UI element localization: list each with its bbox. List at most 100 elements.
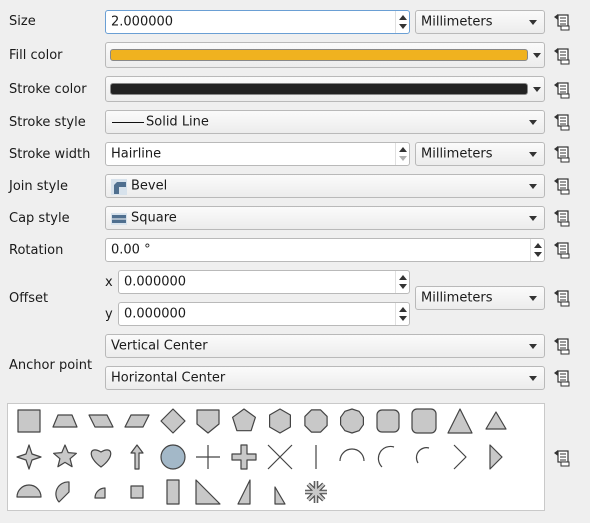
- heart-shape[interactable]: [90, 449, 112, 468]
- small-square-shape[interactable]: [130, 485, 144, 499]
- marker-shape-list[interactable]: [7, 403, 545, 511]
- data-defined-override-icon[interactable]: [549, 79, 573, 101]
- arrow-shape[interactable]: [130, 444, 144, 470]
- join-style-value: Bevel: [131, 178, 168, 194]
- circle-shape[interactable]: [160, 444, 186, 470]
- fill-color-button[interactable]: [105, 42, 545, 68]
- anchor-point-label: Anchor point: [9, 358, 93, 373]
- rotation-spinbox[interactable]: 0.00 °: [105, 238, 545, 262]
- offset-y-value: 0.000000: [124, 306, 187, 322]
- size-unit-select[interactable]: Millimeters: [415, 10, 545, 34]
- shape-grid: [16, 408, 507, 505]
- hexagon-shape[interactable]: [269, 408, 291, 434]
- shield-shape[interactable]: [196, 409, 220, 434]
- chevron-down-icon: [529, 20, 537, 25]
- chevron-down-icon: [529, 184, 537, 189]
- parallelogram-shape[interactable]: [88, 414, 114, 428]
- offset-unit-select[interactable]: Millimeters: [415, 286, 545, 310]
- filled-arrowhead-shape[interactable]: [489, 444, 503, 470]
- rounded-square-shape[interactable]: [376, 409, 400, 433]
- data-defined-override-icon[interactable]: [549, 447, 573, 469]
- size-label: Size: [9, 14, 36, 29]
- join-style-select[interactable]: Bevel: [105, 174, 545, 198]
- rectangle-shape[interactable]: [166, 479, 180, 505]
- chevron-down-icon: [533, 87, 541, 92]
- arc-quarter-shape[interactable]: [377, 445, 395, 468]
- solid-line-icon: [112, 122, 144, 123]
- trapezoid-shape[interactable]: [52, 414, 78, 428]
- stroke-width-value: Hairline: [111, 146, 162, 162]
- stroke-color-button[interactable]: [105, 76, 545, 102]
- arc-half-shape[interactable]: [339, 448, 365, 462]
- asterisk-shape[interactable]: [305, 481, 327, 503]
- offset-y-spinbox[interactable]: 0.000000: [118, 302, 410, 326]
- data-defined-override-icon[interactable]: [549, 239, 573, 261]
- anchor-vertical-value: Vertical Center: [111, 338, 208, 354]
- bevel-join-icon: [111, 179, 127, 195]
- stroke-style-select[interactable]: Solid Line: [105, 110, 545, 134]
- stroke-width-spin-buttons[interactable]: [395, 143, 409, 165]
- chevron-down-icon: [533, 53, 541, 58]
- anchor-horizontal-value: Horizontal Center: [111, 370, 226, 386]
- triangle-shape[interactable]: [447, 408, 473, 434]
- size-unit-value: Millimeters: [421, 14, 493, 30]
- data-defined-override-icon[interactable]: [549, 367, 573, 389]
- offset-y-label: y: [105, 307, 113, 322]
- stroke-color-swatch: [110, 83, 528, 95]
- anchor-horizontal-select[interactable]: Horizontal Center: [105, 366, 545, 390]
- stroke-width-unit-value: Millimeters: [421, 146, 493, 162]
- chevron-down-icon: [529, 344, 537, 349]
- quarter-circle-shape[interactable]: [94, 487, 106, 499]
- size-spinbox[interactable]: 2.000000: [105, 10, 410, 34]
- quarter-triangle-shape[interactable]: [274, 486, 286, 505]
- left-half-triangle-shape[interactable]: [237, 479, 251, 505]
- star-shape[interactable]: [52, 444, 78, 468]
- fill-color-label: Fill color: [9, 48, 63, 63]
- cross-shape[interactable]: [196, 445, 220, 469]
- pentagon-shape[interactable]: [232, 408, 256, 432]
- data-defined-override-icon[interactable]: [549, 287, 573, 309]
- chevron-down-icon: [529, 120, 537, 125]
- arrowhead-shape[interactable]: [453, 444, 467, 470]
- offset-label: Offset: [9, 291, 49, 306]
- offset-unit-value: Millimeters: [421, 290, 493, 306]
- data-defined-override-icon[interactable]: [549, 335, 573, 357]
- decagon-shape[interactable]: [340, 408, 364, 434]
- chevron-down-icon: [529, 152, 537, 157]
- chevron-down-icon: [529, 296, 537, 301]
- offset-x-spin-buttons[interactable]: [395, 271, 409, 293]
- data-defined-override-icon[interactable]: [549, 207, 573, 229]
- x-shape[interactable]: [267, 444, 293, 470]
- square-shape[interactable]: [17, 409, 41, 433]
- semi-circle-shape[interactable]: [16, 484, 42, 498]
- third-circle-shape[interactable]: [55, 481, 70, 503]
- diamond-shape[interactable]: [160, 408, 186, 434]
- size-spin-buttons[interactable]: [395, 11, 409, 33]
- data-defined-override-icon[interactable]: [549, 143, 573, 165]
- data-defined-override-icon[interactable]: [549, 45, 573, 67]
- stroke-style-label: Stroke style: [9, 115, 86, 130]
- stroke-width-unit-select[interactable]: Millimeters: [415, 142, 545, 166]
- equilateral-triangle-shape[interactable]: [485, 411, 507, 430]
- join-style-label: Join style: [9, 179, 68, 194]
- offset-x-label: x: [105, 275, 113, 290]
- star-diamond-shape[interactable]: [16, 444, 42, 470]
- rounded-square-large-shape[interactable]: [411, 408, 437, 434]
- offset-y-spin-buttons[interactable]: [395, 303, 409, 325]
- offset-x-spinbox[interactable]: 0.000000: [118, 270, 410, 294]
- right-half-triangle-shape[interactable]: [195, 479, 221, 505]
- arc-third-shape[interactable]: [415, 447, 430, 464]
- anchor-vertical-select[interactable]: Vertical Center: [105, 334, 545, 358]
- data-defined-override-icon[interactable]: [549, 11, 573, 33]
- data-defined-override-icon[interactable]: [549, 111, 573, 133]
- parallelogram-right-shape[interactable]: [124, 414, 150, 428]
- data-defined-override-icon[interactable]: [549, 175, 573, 197]
- stroke-style-value: Solid Line: [146, 114, 209, 130]
- cross-fill-shape[interactable]: [231, 444, 257, 470]
- stroke-width-spinbox[interactable]: Hairline: [105, 142, 410, 166]
- square-cap-icon: [111, 213, 127, 225]
- rotation-spin-buttons[interactable]: [530, 239, 544, 261]
- cap-style-select[interactable]: Square: [105, 206, 545, 230]
- cap-style-label: Cap style: [9, 211, 70, 226]
- octagon-shape[interactable]: [304, 409, 328, 433]
